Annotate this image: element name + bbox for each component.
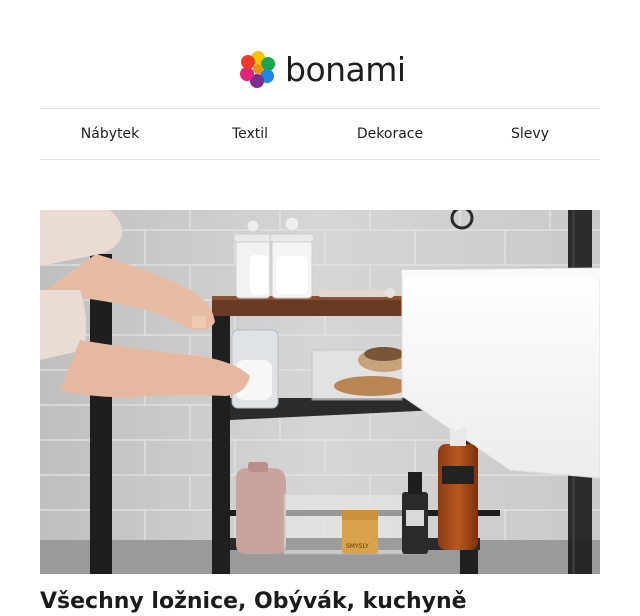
nav-item-slevy[interactable]: Slevy — [460, 109, 600, 159]
jar-label: SMYSLY — [346, 543, 369, 550]
main-nav: Nábytek Textil Dekorace Slevy — [40, 109, 600, 159]
article-headline[interactable]: Všechny ložnice, Obývák, kuchyně — [40, 588, 600, 616]
nav-divider-bottom — [40, 159, 600, 160]
nav-item-nabytek[interactable]: Nábytek — [40, 109, 180, 159]
bathroom-shelf-photo: SMYSLY — [40, 210, 600, 574]
nav-item-textil[interactable]: Textil — [180, 109, 320, 159]
hero-image[interactable]: SMYSLY — [40, 210, 600, 574]
brand-name: bonami — [285, 49, 406, 89]
email-header: bonami — [0, 0, 640, 108]
bonami-logo[interactable]: bonami — [238, 48, 406, 90]
bonami-flower-icon — [240, 51, 275, 88]
nav-item-dekorace[interactable]: Dekorace — [320, 109, 460, 159]
